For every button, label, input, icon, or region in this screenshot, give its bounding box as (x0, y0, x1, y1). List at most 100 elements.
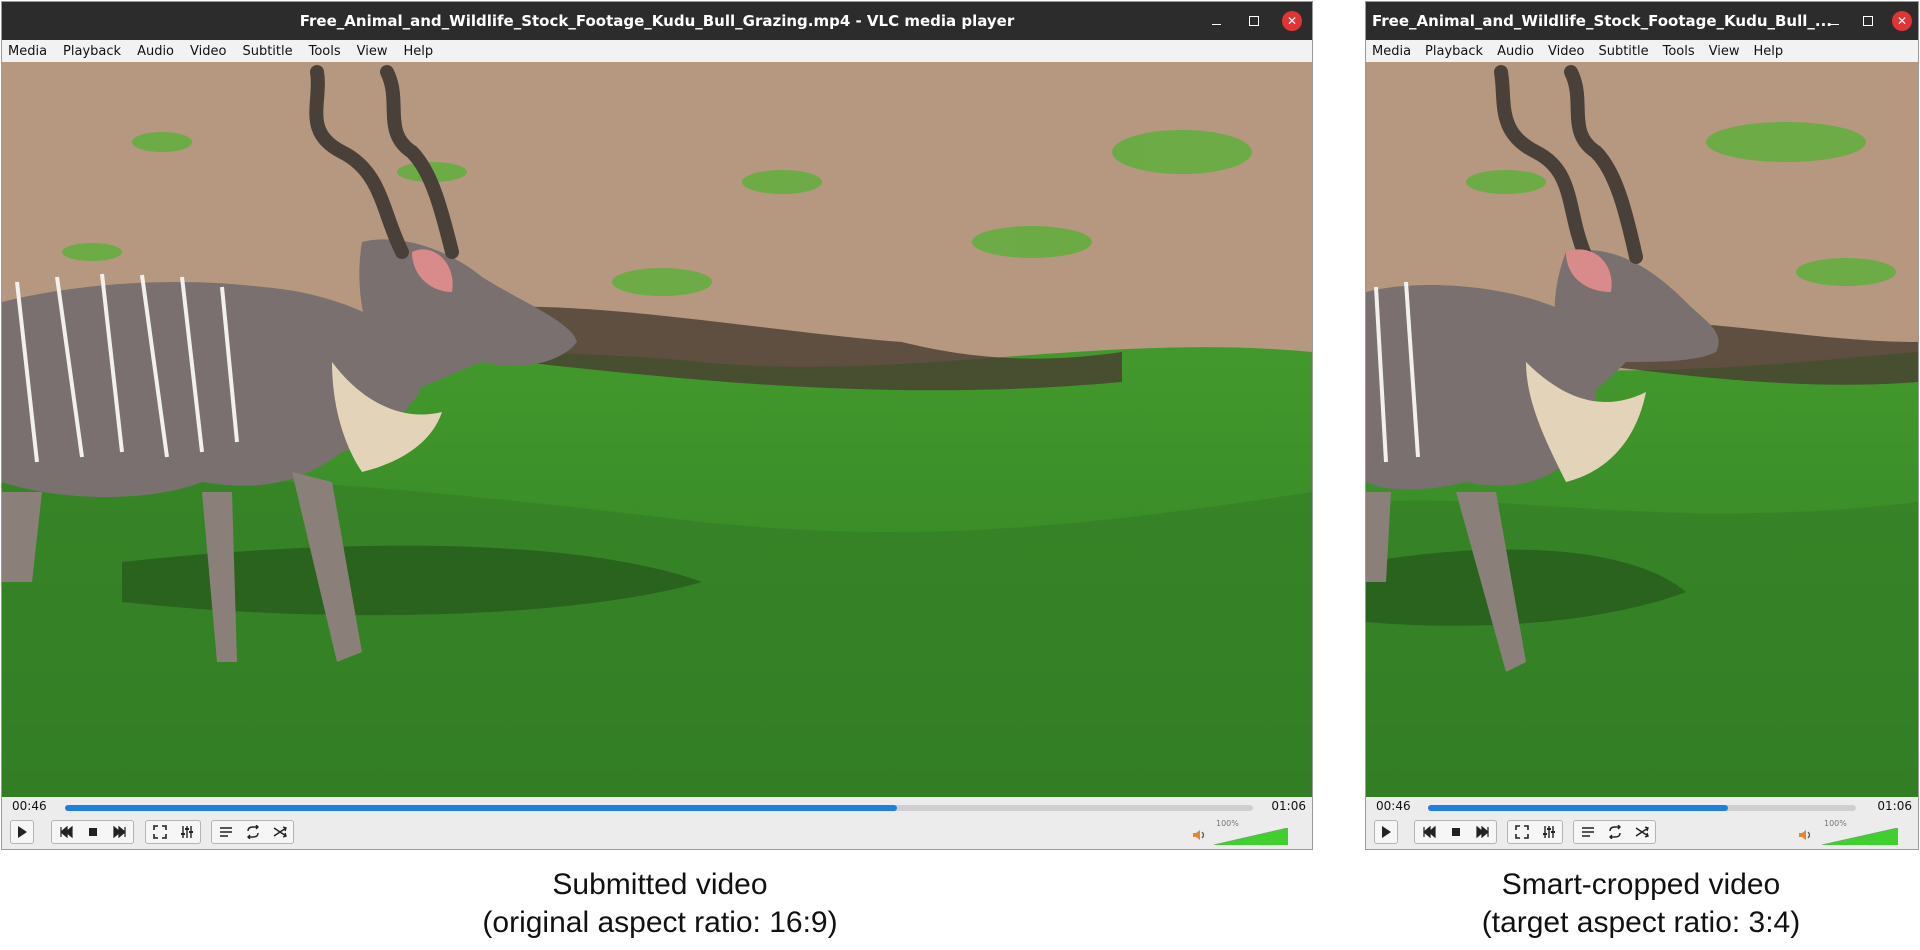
menu-subtitle[interactable]: Subtitle (242, 44, 292, 59)
caption-original: Submitted video (original aspect ratio: … (360, 866, 960, 942)
title-bar[interactable]: Free_Animal_and_Wildlife_Stock_Footage_K… (1366, 2, 1918, 40)
previous-button[interactable] (52, 821, 79, 843)
menu-subtitle[interactable]: Subtitle (1598, 44, 1648, 59)
view-group (145, 820, 201, 844)
caption-cropped: Smart-cropped video (target aspect ratio… (1341, 866, 1920, 942)
stop-button[interactable] (79, 821, 106, 843)
title-bar[interactable]: Free_Animal_and_Wildlife_Stock_Footage_K… (2, 2, 1312, 40)
menu-audio[interactable]: Audio (1497, 44, 1534, 59)
maximize-button[interactable] (1858, 11, 1878, 31)
loop-button[interactable] (239, 821, 266, 843)
loop-button[interactable] (1601, 821, 1628, 843)
volume-slider[interactable] (1822, 828, 1898, 845)
volume-control: 100% (1798, 819, 1908, 847)
close-button[interactable]: ✕ (1282, 11, 1302, 31)
fullscreen-button[interactable] (146, 821, 173, 843)
fullscreen-icon (1514, 825, 1529, 839)
menu-audio[interactable]: Audio (137, 44, 174, 59)
maximize-icon (1249, 16, 1259, 26)
extended-settings-icon (1542, 826, 1555, 838)
kudu-video-frame (2, 62, 1312, 797)
loop-icon (246, 825, 259, 839)
window-title: Free_Animal_and_Wildlife_Stock_Footage_K… (1372, 12, 1832, 30)
total-time: 01:06 (1877, 799, 1912, 813)
volume-icon[interactable] (1798, 828, 1812, 842)
close-button[interactable]: ✕ (1892, 11, 1912, 31)
next-button[interactable] (1469, 821, 1496, 843)
menu-playback[interactable]: Playback (63, 44, 121, 59)
playlist-icon (1581, 827, 1594, 837)
extended-settings-button[interactable] (173, 821, 200, 843)
play-button[interactable] (1374, 820, 1398, 844)
seek-progress (1428, 805, 1728, 811)
shuffle-icon (1635, 826, 1649, 838)
minimize-icon (1829, 23, 1839, 25)
window-controls: ✕ (1206, 2, 1302, 40)
close-icon: ✕ (1286, 14, 1298, 28)
elapsed-time: 00:46 (1376, 799, 1411, 813)
menu-bar: Media Playback Audio Video Subtitle Tool… (1366, 40, 1918, 62)
playback-controls: 100% (2, 817, 1312, 849)
play-button[interactable] (10, 820, 34, 844)
menu-help[interactable]: Help (1754, 44, 1784, 59)
fullscreen-button[interactable] (1508, 821, 1535, 843)
previous-icon (59, 825, 73, 839)
video-frame[interactable] (2, 62, 1312, 797)
caption-title: Smart-cropped video (1501, 868, 1781, 901)
video-frame[interactable] (1366, 62, 1918, 797)
volume-slider[interactable] (1214, 828, 1288, 845)
seek-progress (65, 805, 897, 811)
window-title: Free_Animal_and_Wildlife_Stock_Footage_K… (299, 12, 1015, 30)
menu-view[interactable]: View (1709, 44, 1740, 59)
stop-icon (88, 828, 97, 836)
elapsed-time: 00:46 (12, 799, 47, 813)
menu-video[interactable]: Video (190, 44, 226, 59)
seek-row: 00:46 01:06 (2, 797, 1312, 817)
previous-button[interactable] (1415, 821, 1442, 843)
maximize-button[interactable] (1244, 11, 1264, 31)
play-icon (1382, 826, 1391, 838)
playlist-group (1573, 820, 1656, 844)
playlist-group (211, 820, 294, 844)
extended-settings-button[interactable] (1535, 821, 1562, 843)
playlist-button[interactable] (212, 821, 239, 843)
volume-control: 100% (1192, 819, 1292, 847)
maximize-icon (1863, 16, 1873, 26)
play-icon (18, 826, 27, 838)
playlist-button[interactable] (1574, 821, 1601, 843)
next-button[interactable] (106, 821, 133, 843)
menu-video[interactable]: Video (1548, 44, 1584, 59)
caption-subtitle: (original aspect ratio: 16:9) (482, 906, 838, 939)
close-icon: ✕ (1896, 14, 1908, 28)
caption-subtitle: (target aspect ratio: 3:4) (1481, 906, 1801, 939)
minimize-icon (1211, 23, 1221, 25)
menu-tools[interactable]: Tools (309, 44, 341, 59)
next-icon (1475, 825, 1489, 839)
shuffle-button[interactable] (266, 821, 293, 843)
transport-group (1414, 820, 1497, 844)
total-time: 01:06 (1271, 799, 1306, 813)
menu-media[interactable]: Media (8, 44, 47, 59)
minimize-button[interactable] (1824, 11, 1844, 31)
previous-icon (1422, 825, 1436, 839)
minimize-button[interactable] (1206, 11, 1226, 31)
menu-bar: Media Playback Audio Video Subtitle Tool… (2, 40, 1312, 62)
loop-icon (1608, 825, 1621, 839)
seek-slider[interactable] (65, 805, 1253, 811)
seek-row: 00:46 01:06 (1366, 797, 1918, 817)
menu-view[interactable]: View (357, 44, 388, 59)
window-controls: ✕ (1824, 2, 1912, 40)
transport-group (51, 820, 134, 844)
menu-tools[interactable]: Tools (1663, 44, 1695, 59)
stop-icon (1451, 828, 1460, 836)
volume-icon[interactable] (1192, 828, 1206, 842)
playback-controls: 100% (1366, 817, 1918, 849)
stop-button[interactable] (1442, 821, 1469, 843)
menu-help[interactable]: Help (404, 44, 434, 59)
seek-slider[interactable] (1428, 805, 1856, 811)
extended-settings-icon (180, 826, 193, 838)
playlist-icon (219, 827, 232, 837)
menu-playback[interactable]: Playback (1425, 44, 1483, 59)
menu-media[interactable]: Media (1372, 44, 1411, 59)
shuffle-button[interactable] (1628, 821, 1655, 843)
